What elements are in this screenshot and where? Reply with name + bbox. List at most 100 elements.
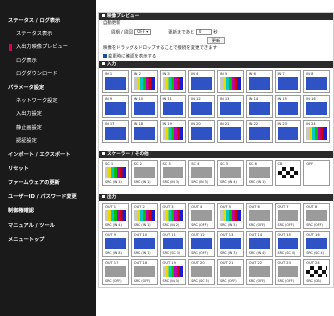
sidebar-item-15[interactable]: マニュアル / ツール [0, 219, 96, 233]
sidebar-item-12[interactable]: ファームウェアの更新 [0, 176, 96, 190]
preview-thumbnail [133, 210, 155, 221]
preview-header: 映像プレビュー [99, 13, 333, 20]
outputs-tile[interactable]: OUT 7 SRC (OFF) [274, 203, 302, 229]
interval-input[interactable]: 0 [195, 29, 212, 35]
inputs-tile[interactable]: IN 13 [217, 95, 244, 118]
inputs-tile[interactable]: IN 20 [188, 120, 215, 143]
sidebar-item-4[interactable]: ログダウンロード [0, 68, 96, 81]
sidebar-item-0[interactable]: ステータス / ログ表示 [0, 14, 96, 28]
inputs-tile[interactable]: IN 16 [303, 95, 330, 118]
outputs-tile[interactable]: OUT 5 SRC (IN 5) [217, 203, 244, 229]
inputs-tile[interactable]: IN 2 [130, 70, 158, 93]
update-button[interactable]: 更新 [206, 37, 226, 44]
outputs-tile[interactable]: OUT 12 SRC (OFF) [188, 231, 215, 257]
tile-label: IN 2 [133, 72, 141, 76]
sidebar-item-9[interactable]: 認証設定 [0, 135, 96, 148]
sidebar-item-6[interactable]: ネットワーク設定 [0, 95, 96, 108]
preview-thumbnail [162, 238, 184, 249]
outputs-tile[interactable]: OUT 24 SRC (CB) [303, 259, 330, 285]
sidebar-item-5[interactable]: パラメータ設定 [0, 81, 96, 95]
inputs-tile[interactable]: IN 5 [217, 70, 244, 93]
outputs-tile[interactable]: OUT 9 SRC (IN 8) [102, 231, 129, 257]
inputs-tile[interactable]: IN 6 [245, 70, 273, 93]
inputs-tile[interactable]: IN 10 [130, 95, 158, 118]
tile-label: OUT 22 [248, 261, 263, 265]
tile-label: IN 5 [220, 72, 228, 76]
sidebar-nav: ステータス / ログ表示 ステータス表示 入出力映像プレビュー ログ表示 ログダウンロー… [0, 0, 96, 316]
inputs-tile[interactable]: IN 8 [303, 70, 330, 93]
inputs-tile[interactable]: IN 12 [188, 95, 215, 118]
inputs-tile[interactable]: IN 18 [130, 120, 158, 143]
scalers-tile[interactable]: SC 3 SRC (IN 3) [159, 160, 187, 186]
scalers-tile[interactable]: SC 5 SRC (IN 4) [217, 160, 244, 186]
outputs-header: 出力 [99, 194, 333, 201]
outputs-tile[interactable]: OUT 8 SRC (OFF) [303, 203, 330, 229]
sidebar-item-1[interactable]: ステータス表示 [0, 28, 96, 41]
outputs-tile[interactable]: OUT 21 SRC (OFF) [217, 259, 244, 285]
scalers-title: スケーラー / その他 [107, 152, 149, 157]
sidebar-item-16[interactable]: メニュートップ [0, 233, 96, 247]
preview-thumbnail [220, 102, 241, 115]
inputs-grid: IN 1 IN 2 IN 3 IN 4 IN 5 IN 6 IN 7 IN 8 IN 9 IN 1… [99, 68, 333, 145]
sidebar-item-10[interactable]: インポート / エクスポート [0, 148, 96, 162]
outputs-tile[interactable]: OUT 4 SRC (OFF) [188, 203, 215, 229]
outputs-tile[interactable]: OUT 23 SRC (OFF) [274, 259, 302, 285]
preview-thumbnail [133, 102, 155, 115]
inputs-tile[interactable]: IN 11 [159, 95, 187, 118]
outputs-tile[interactable]: OUT 22 SRC (OFF) [245, 259, 273, 285]
tile-label: IN 8 [306, 72, 314, 76]
period-select[interactable]: OFF ▾ [134, 29, 152, 35]
confirm-checkbox[interactable] [103, 54, 107, 58]
outputs-tile[interactable]: OUT 17 SRC (OFF) [102, 259, 129, 285]
inputs-tile[interactable]: IN 21 [217, 120, 244, 143]
sidebar-item-7[interactable]: 入出力設定 [0, 108, 96, 121]
outputs-tile[interactable]: OUT 6 SRC (OFF) [245, 203, 273, 229]
outputs-tile[interactable]: OUT 2 SRC (IN 1) [130, 203, 158, 229]
inputs-tile[interactable]: IN 22 [245, 120, 273, 143]
outputs-tile[interactable]: OUT 11 SRC (SC 3) [159, 231, 187, 257]
scalers-tile[interactable]: CB [274, 160, 302, 186]
sidebar-item-8[interactable]: 静止画設定 [0, 122, 96, 135]
inputs-tile[interactable]: IN 9 [102, 95, 129, 118]
preview-thumbnail [306, 266, 327, 277]
outputs-tile[interactable]: OUT 15 SRC (SC 4) [274, 231, 302, 257]
inputs-tile[interactable]: IN 24 [303, 120, 330, 143]
outputs-tile[interactable]: OUT 18 SRC (OFF) [130, 259, 158, 285]
preview-thumbnail [248, 127, 270, 140]
inputs-tile[interactable]: IN 7 [274, 70, 302, 93]
inputs-tile[interactable]: IN 23 [274, 120, 302, 143]
outputs-tile[interactable]: OUT 16 SRC (SC 4) [303, 231, 330, 257]
scalers-tile[interactable]: OFF [303, 160, 330, 186]
tile-label: OUT 15 [277, 233, 291, 237]
preview-thumbnail [306, 210, 327, 221]
outputs-tile[interactable]: OUT 3 SRC (IN 2) [159, 203, 187, 229]
sidebar-item-2[interactable]: 入出力映像プレビュー [0, 41, 96, 54]
outputs-tile[interactable]: OUT 10 SRC (IN 1) [130, 231, 158, 257]
outputs-tile[interactable]: OUT 14 SRC (IN 4) [245, 231, 273, 257]
tile-label: SC 4 [191, 162, 200, 166]
inputs-tile[interactable]: IN 3 [159, 70, 187, 93]
scalers-tile[interactable]: SC 1 SRC (IN 1) [102, 160, 129, 186]
inputs-tile[interactable]: IN 1 [102, 70, 129, 93]
inputs-tile[interactable]: IN 4 [188, 70, 215, 93]
scalers-tile[interactable]: SC 2 SRC (IN 1) [130, 160, 158, 186]
sidebar-item-14[interactable]: 制御権確認 [0, 205, 96, 219]
tile-label: IN 23 [277, 122, 287, 126]
sidebar-item-3[interactable]: ログ表示 [0, 55, 96, 68]
outputs-tile[interactable]: OUT 1 SRC (IN 4) [102, 203, 129, 229]
preview-thumbnail [248, 266, 270, 277]
outputs-tile[interactable]: OUT 19 SRC (IN 5) [159, 259, 187, 285]
inputs-tile[interactable]: IN 19 [159, 120, 187, 143]
tile-label: OUT 2 [133, 205, 145, 209]
sidebar-item-11[interactable]: リセット [0, 162, 96, 176]
tile-label: OUT 8 [306, 205, 318, 209]
preview-thumbnail [220, 266, 241, 277]
inputs-tile[interactable]: IN 14 [245, 95, 273, 118]
outputs-tile[interactable]: OUT 20 SRC (SC 3) [188, 259, 215, 285]
outputs-tile[interactable]: OUT 13 SRC (IN 3) [217, 231, 244, 257]
scalers-tile[interactable]: SC 6 SRC (IN 1) [245, 160, 273, 186]
inputs-tile[interactable]: IN 15 [274, 95, 302, 118]
sidebar-item-13[interactable]: ユーザーID / パスワード変更 [0, 191, 96, 205]
inputs-tile[interactable]: IN 17 [102, 120, 129, 143]
scalers-tile[interactable]: SC 4 SRC (IN 3) [188, 160, 215, 186]
